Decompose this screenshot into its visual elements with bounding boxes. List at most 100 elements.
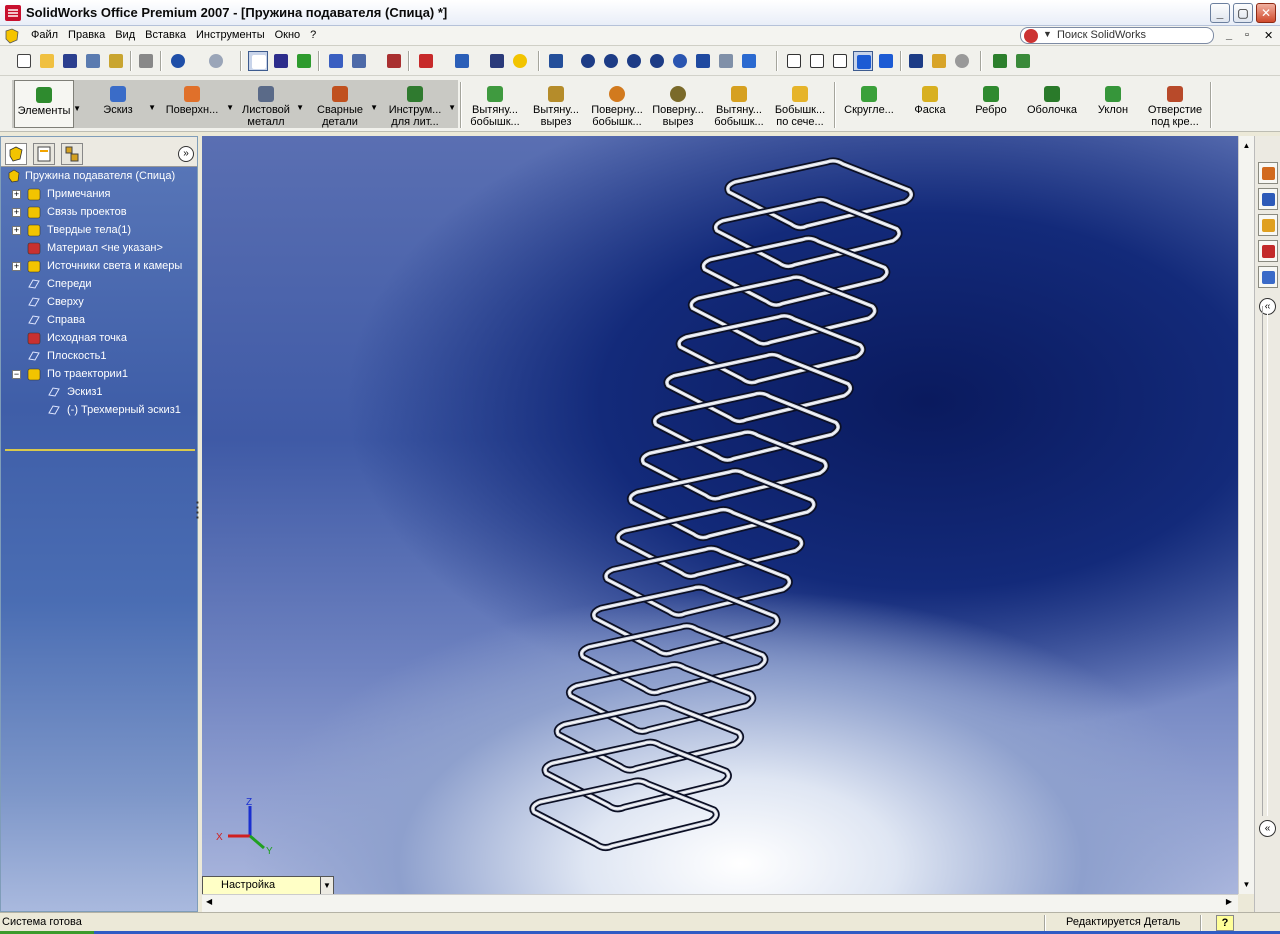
- shaded-with-edges-icon[interactable]: [853, 51, 873, 71]
- chevron-down-icon[interactable]: ▼: [448, 102, 456, 114]
- zoom-to-area-icon[interactable]: [601, 51, 621, 71]
- shell-button[interactable]: Оболочка: [1023, 80, 1081, 128]
- menu-edit[interactable]: Правка: [63, 29, 110, 41]
- toolbox-icon[interactable]: [990, 51, 1010, 71]
- draft-button[interactable]: Уклон: [1084, 80, 1142, 128]
- doc-restore-button[interactable]: ▫: [1245, 29, 1249, 41]
- tab-solidworks-resources[interactable]: [1258, 162, 1278, 184]
- close-button[interactable]: ✕: [1256, 3, 1276, 23]
- menu-file[interactable]: Файл: [26, 29, 63, 41]
- help-icon[interactable]: [510, 51, 530, 71]
- document-menu-icon[interactable]: [4, 28, 20, 44]
- graphics-area[interactable]: Z X Y: [202, 136, 1238, 894]
- shadows-icon[interactable]: [906, 51, 926, 71]
- shaded-icon[interactable]: [876, 51, 896, 71]
- horizontal-scrollbar[interactable]: ◀ ▶: [202, 894, 1238, 912]
- vertical-scrollbar[interactable]: ▲ ▼: [1238, 136, 1254, 894]
- hole-wizard-button[interactable]: Отверстие под кре...: [1145, 80, 1205, 128]
- spring-coil[interactable]: [726, 159, 913, 230]
- previous-view-icon[interactable]: [546, 51, 566, 71]
- tab-sheet-metal[interactable]: Листовой металл ▼: [236, 80, 304, 128]
- grid-options-icon[interactable]: [326, 51, 346, 71]
- chevron-down-icon[interactable]: ▼: [320, 877, 333, 894]
- rebuild-select-icon[interactable]: [271, 51, 291, 71]
- extruded-cut-button[interactable]: Вытяну... вырез: [527, 80, 585, 128]
- tab-property-manager[interactable]: [33, 143, 55, 165]
- wireframe-icon[interactable]: [784, 51, 804, 71]
- rollback-bar[interactable]: [5, 449, 195, 451]
- chevron-down-icon[interactable]: ▼: [370, 102, 378, 114]
- scroll-left-icon[interactable]: ◀: [206, 897, 212, 906]
- scroll-down-icon[interactable]: ▼: [1239, 877, 1254, 892]
- chamfer-button[interactable]: Фаска: [901, 80, 959, 128]
- fillet-button[interactable]: Скругле...: [840, 80, 898, 128]
- tab-configuration-manager[interactable]: [61, 143, 83, 165]
- expand-icon[interactable]: +: [12, 190, 21, 199]
- revolved-cut-button[interactable]: Поверну... вырез: [649, 80, 707, 128]
- maximize-button[interactable]: ▢: [1233, 3, 1253, 23]
- menu-window[interactable]: Окно: [270, 29, 306, 41]
- make-assembly-icon[interactable]: [106, 51, 126, 71]
- scroll-right-icon[interactable]: ▶: [1226, 897, 1232, 906]
- rib-button[interactable]: Ребро: [962, 80, 1020, 128]
- zoom-to-fit-icon[interactable]: [578, 51, 598, 71]
- photoworks-icon[interactable]: [1013, 51, 1033, 71]
- rotate-view-icon[interactable]: [670, 51, 690, 71]
- tab-sketch[interactable]: Эскиз ▼: [88, 80, 156, 128]
- panel-splitter[interactable]: ▪ ▪ ▪ ▪: [196, 499, 200, 522]
- 3d-drawing-view-icon[interactable]: [716, 51, 736, 71]
- doc-close-button[interactable]: ✕: [1264, 29, 1273, 42]
- menu-view[interactable]: Вид: [110, 29, 140, 41]
- zoom-selection-icon[interactable]: [647, 51, 667, 71]
- quick-tips-icon[interactable]: ?: [1216, 915, 1234, 931]
- tab-mold-tools[interactable]: Инструм... для лит... ▼: [382, 80, 456, 128]
- hidden-lines-removed-icon[interactable]: [830, 51, 850, 71]
- lofted-boss-button[interactable]: Бобышк... по сече...: [771, 80, 829, 128]
- extruded-boss-button[interactable]: Вытяну... бобышк...: [466, 80, 524, 128]
- scroll-up-icon[interactable]: ▲: [1239, 138, 1254, 153]
- chevron-down-icon[interactable]: ▼: [296, 102, 304, 114]
- select-pointer-icon[interactable]: [248, 51, 268, 71]
- print-icon[interactable]: [136, 51, 156, 71]
- menu-help[interactable]: ?: [305, 29, 321, 41]
- tab-feature-tree[interactable]: [5, 143, 27, 165]
- minimize-button[interactable]: _: [1210, 3, 1230, 23]
- make-drawing-icon[interactable]: [83, 51, 103, 71]
- tab-file-explorer[interactable]: [1258, 214, 1278, 236]
- pan-icon[interactable]: [693, 51, 713, 71]
- standard-views-icon[interactable]: [739, 51, 759, 71]
- search-input[interactable]: ▼ Поиск SolidWorks: [1020, 27, 1214, 44]
- expand-icon[interactable]: +: [12, 226, 21, 235]
- expand-icon[interactable]: +: [12, 208, 21, 217]
- options-icon[interactable]: [487, 51, 507, 71]
- doc-minimize-button[interactable]: _: [1226, 29, 1232, 41]
- tab-weldments[interactable]: Сварные детали ▼: [310, 80, 378, 128]
- view-layout-icon[interactable]: [452, 51, 472, 71]
- chevron-down-icon[interactable]: ▼: [226, 102, 234, 114]
- tab-design-library[interactable]: [1258, 188, 1278, 210]
- toolbars-menu-icon[interactable]: [349, 51, 369, 71]
- expand-icon[interactable]: +: [12, 262, 21, 271]
- tab-features[interactable]: Элементы ▼: [14, 80, 81, 128]
- revolved-boss-button[interactable]: Поверну... бобышк...: [588, 80, 646, 128]
- chevron-down-icon[interactable]: ▼: [148, 102, 156, 114]
- swept-boss-button[interactable]: Вытяну... бобышк...: [710, 80, 768, 128]
- open-folder-icon[interactable]: [37, 51, 57, 71]
- menu-tools[interactable]: Инструменты: [191, 29, 270, 41]
- hidden-lines-visible-icon[interactable]: [807, 51, 827, 71]
- section-view-icon[interactable]: [929, 51, 949, 71]
- search-dropdown-icon[interactable]: ▼: [1043, 27, 1052, 42]
- appearance-icon[interactable]: [416, 51, 436, 71]
- configuration-selector[interactable]: Настройка ▼: [202, 876, 334, 895]
- expand-panel-button[interactable]: »: [178, 146, 194, 162]
- zoom-in-out-icon[interactable]: [624, 51, 644, 71]
- tab-surfaces[interactable]: Поверхн... ▼: [158, 80, 234, 128]
- redo-icon[interactable]: [206, 51, 226, 71]
- collapse-task-pane-bottom-button[interactable]: «: [1259, 820, 1276, 837]
- rebuild-traffic-light-icon[interactable]: [294, 51, 314, 71]
- spring-model[interactable]: [202, 136, 1238, 894]
- undo-icon[interactable]: [168, 51, 188, 71]
- chevron-down-icon[interactable]: ▼: [73, 103, 81, 115]
- customize-icon[interactable]: [384, 51, 404, 71]
- collapse-icon[interactable]: −: [12, 370, 21, 379]
